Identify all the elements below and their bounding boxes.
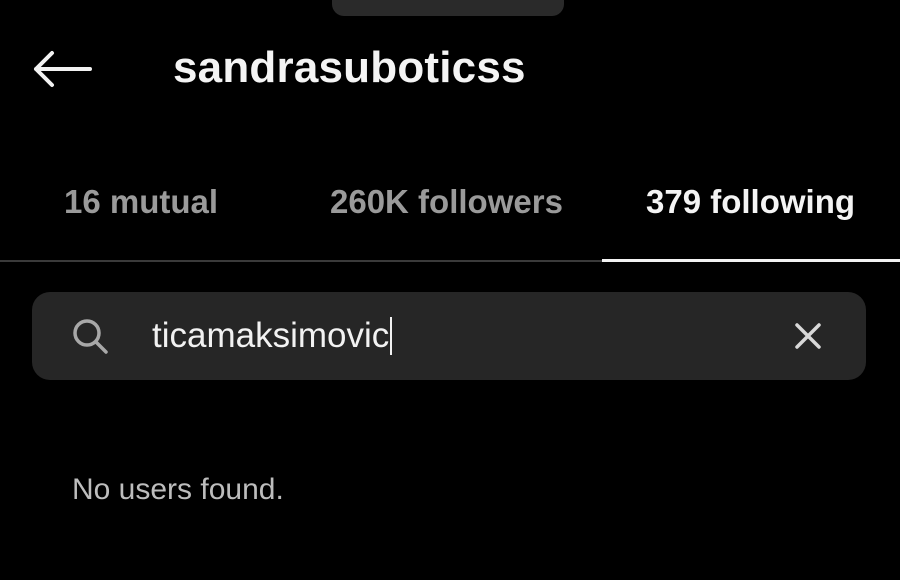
- search-input[interactable]: ticamaksimovic: [152, 308, 393, 364]
- text-cursor: [390, 317, 393, 355]
- status-bar-notch: [332, 0, 564, 16]
- tab-followers[interactable]: 260K followers: [330, 166, 563, 238]
- close-icon: [795, 323, 821, 349]
- back-button[interactable]: [26, 42, 98, 96]
- search-input-value: ticamaksimovic: [152, 316, 390, 355]
- active-tab-indicator: [602, 259, 900, 262]
- tab-mutual[interactable]: 16 mutual: [64, 166, 218, 238]
- tab-bar: 16 mutual 260K followers 379 following: [0, 166, 900, 262]
- search-box[interactable]: ticamaksimovic: [32, 292, 866, 380]
- page-title: sandrasuboticss: [173, 43, 526, 92]
- header: sandrasuboticss: [0, 30, 900, 104]
- empty-results-message: No users found.: [72, 473, 284, 506]
- tab-following[interactable]: 379 following: [646, 166, 855, 238]
- clear-search-button[interactable]: [786, 314, 830, 358]
- search-icon: [73, 319, 108, 354]
- arrow-left-icon: [34, 51, 92, 87]
